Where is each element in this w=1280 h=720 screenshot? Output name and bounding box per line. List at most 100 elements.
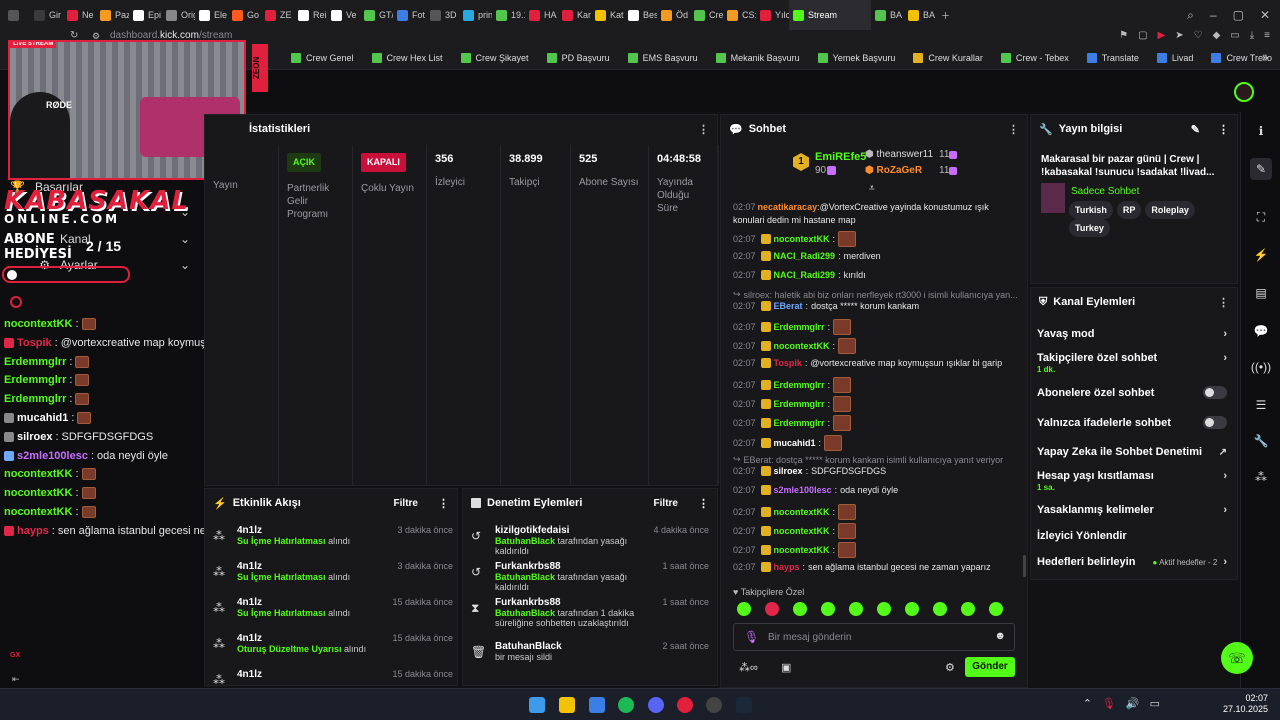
layout-icon[interactable]: ☰: [1250, 394, 1272, 416]
chat-message[interactable]: 02:07 hayps: sen ağlama istanbul gecesi ne…: [733, 562, 991, 572]
browser-tab[interactable]: Ele: [195, 0, 228, 30]
activity-row[interactable]: ⁂ 4n1lz Oturuş Düzeltme Uyarısı alındı 15 d…: [213, 633, 453, 654]
category-thumbnail[interactable]: [1041, 183, 1065, 213]
mic-icon[interactable]: 🎙: [1102, 697, 1116, 710]
emote-icon[interactable]: [933, 602, 947, 616]
chat-username[interactable]: Erdemmglrr: [774, 399, 825, 409]
chat-username[interactable]: Erdemmglrr: [774, 418, 825, 428]
chat-username[interactable]: NACI_Radi299: [774, 270, 836, 280]
activity-row[interactable]: ⁂ 4n1lz Su İçme Hatırlatması alındı 3 dakik…: [213, 525, 453, 546]
chat-username[interactable]: nocontextKK: [774, 234, 830, 244]
bookmark-item[interactable]: Crew Trello: [1202, 52, 1280, 63]
channel-action-item[interactable]: İzleyici Yönlendir: [1037, 530, 1227, 542]
browser-tab[interactable]: ZE: [261, 0, 294, 30]
chat-message[interactable]: 02:07 nocontextKK:: [733, 542, 857, 558]
document-icon[interactable]: ▤: [1250, 282, 1272, 304]
spotify-icon[interactable]: [618, 697, 634, 713]
channel-action-item[interactable]: Abonelere özel sohbet: [1037, 386, 1227, 399]
chat-username[interactable]: nocontextKK: [774, 526, 830, 536]
bookmarks-overflow-icon[interactable]: »: [1262, 52, 1268, 64]
browser-tab[interactable]: Rei: [294, 0, 327, 30]
chat-input[interactable]: 🎙 Bir mesaj gönderin ☻: [733, 623, 1015, 651]
moderation-row[interactable]: 🗑 BatuhanBlack bir mesajı sildi 2 saat önce: [471, 641, 709, 662]
browser-tab[interactable]: Cre: [690, 0, 723, 30]
chat-settings-icon[interactable]: ⚙: [945, 661, 955, 674]
category-link[interactable]: Sadece Sohbet: [1071, 186, 1139, 197]
menu-icon[interactable]: ≡: [1264, 30, 1270, 41]
chat-message[interactable]: 02:07 nocontextKK:: [733, 523, 857, 539]
chat-message[interactable]: 02:07 Erdemmglrr:: [733, 319, 852, 335]
chat-message[interactable]: 02:07 nocontextKK:: [733, 338, 857, 354]
chat-message[interactable]: 02:07 mucahid1:: [733, 435, 843, 451]
more-options-icon[interactable]: ⋮: [698, 123, 709, 136]
channel-action-item[interactable]: Yalnızca ifadelerle sohbet: [1037, 416, 1227, 429]
more-options-icon[interactable]: ⋮: [698, 497, 709, 510]
bookmark-item[interactable]: EMS Başvuru: [619, 52, 707, 63]
browser-tab[interactable]: prin: [459, 0, 492, 30]
browser-tab[interactable]: Kat: [591, 0, 624, 30]
browser-tab[interactable]: Kar: [558, 0, 591, 30]
download-icon[interactable]: ⤓: [1250, 30, 1254, 41]
expand-icon[interactable]: ⛶: [1250, 206, 1272, 228]
browser-tab[interactable]: HA: [525, 0, 558, 30]
bookmark-item[interactable]: Translate: [1078, 52, 1148, 63]
channel-action-item[interactable]: Yasaklanmış kelimeler ›: [1037, 504, 1227, 516]
gifter-name[interactable]: RoZaGeR: [877, 165, 923, 176]
toggle-switch[interactable]: [1203, 386, 1227, 399]
chat-username[interactable]: silroex: [774, 466, 803, 476]
chat-username[interactable]: nocontextKK: [774, 507, 830, 517]
youtube-icon[interactable]: ▶: [1158, 30, 1166, 41]
chat-username[interactable]: nocontextKK: [774, 341, 830, 351]
avatar[interactable]: [1234, 82, 1254, 102]
reply-notice[interactable]: ↪ silroex: haletik abi biz onları nerfle…: [733, 289, 1018, 300]
browser-tab[interactable]: CS:: [723, 0, 756, 30]
tab-ba-2[interactable]: BA: [904, 0, 937, 30]
chat-username[interactable]: Tospik: [774, 358, 802, 368]
browser-tab[interactable]: Yılc: [756, 0, 789, 30]
send-button[interactable]: Gönder: [965, 657, 1015, 677]
expand-leaderboard-icon[interactable]: ⩡: [869, 183, 875, 194]
browser-tab[interactable]: Gir: [30, 0, 63, 30]
more-options-icon[interactable]: ⋮: [1008, 123, 1019, 136]
chat-message[interactable]: 02:07 silroex: SDFGFDSGFDGS: [733, 466, 886, 476]
collapse-icon[interactable]: ⇤: [12, 674, 20, 685]
new-tab-button[interactable]: ＋: [937, 0, 957, 30]
emote-icon[interactable]: [905, 602, 919, 616]
activity-row[interactable]: ⁂ 4n1lz Su İçme Hatırlatması alındı 3 dakik…: [213, 561, 453, 582]
chat-message[interactable]: 02:07 nocontextKK:: [733, 231, 857, 247]
browser-tab[interactable]: Paz: [96, 0, 129, 30]
browser-tab[interactable]: Go: [228, 0, 261, 30]
top-gifter-name[interactable]: EmiREfe5: [815, 151, 866, 163]
steam-icon[interactable]: [736, 697, 752, 713]
chat-message[interactable]: 02:07 NACI_Radi299: merdiven: [733, 251, 881, 261]
tab-stream[interactable]: Stream: [789, 0, 871, 30]
emote-icon[interactable]: [765, 602, 779, 616]
bookmark-item[interactable]: Yemek Başvuru: [809, 52, 905, 63]
vpn-icon[interactable]: [589, 697, 605, 713]
bookmark-item[interactable]: Crew Hex List: [363, 52, 452, 63]
obs-icon[interactable]: [706, 697, 722, 713]
chat-username[interactable]: s2mle100lesc: [774, 485, 832, 495]
emote-icon[interactable]: [961, 602, 975, 616]
reply-notice[interactable]: ↪ EBerat: dostça ***** korum kankam isim…: [733, 454, 1003, 465]
emoji-icon[interactable]: ☻: [994, 630, 1006, 642]
chat-username[interactable]: hayps: [774, 562, 800, 572]
browser-tab[interactable]: Epi: [129, 0, 162, 30]
chat-message[interactable]: 02:07 s2mle100lesc: oda neydi öyle: [733, 485, 898, 495]
filter-button[interactable]: Filtre: [394, 498, 418, 509]
edit-icon[interactable]: ✎: [1250, 158, 1272, 180]
chat-username[interactable]: necatikaracay: [758, 202, 818, 212]
moderation-row[interactable]: ↺ Furkankrbs88 BatuhanBlack tarafından yas…: [471, 561, 709, 592]
moderation-row[interactable]: ↺ kizilgotikfedaisi BatuhanBlack tarafında…: [471, 525, 709, 556]
tab-switcher-icon[interactable]: [4, 0, 30, 30]
filter-button[interactable]: Filtre: [654, 498, 678, 509]
chat-message[interactable]: 02:07 nocontextKK:: [733, 504, 857, 520]
clock[interactable]: 02:07 27.10.2025: [1223, 693, 1268, 715]
channel-action-item[interactable]: Hedefleri belirleyin ● Aktif hedefler - 2…: [1037, 556, 1227, 568]
chat-message[interactable]: 02:07 Erdemmglrr:: [733, 415, 852, 431]
kick-points-icon[interactable]: ⁂∞: [739, 661, 758, 674]
chat-icon[interactable]: 💬: [1250, 320, 1272, 342]
send-icon[interactable]: ➤: [1175, 30, 1183, 41]
emote-icon[interactable]: [989, 602, 1003, 616]
browser-tab[interactable]: 3D: [426, 0, 459, 30]
